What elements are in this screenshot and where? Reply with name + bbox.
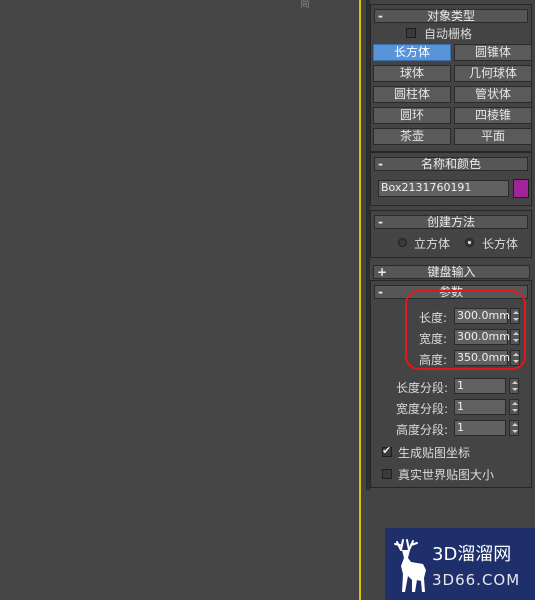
cube-radio[interactable]	[398, 238, 407, 247]
watermark-url: 3D66.COM	[432, 571, 521, 589]
height-segs-spinner[interactable]	[509, 420, 519, 436]
name-color-rollout: - 名称和颜色	[370, 152, 532, 206]
collapse-toggle[interactable]: -	[378, 216, 383, 228]
cube-radio-label: 立方体	[414, 237, 451, 251]
rollout-title: 名称和颜色	[420, 157, 481, 171]
collapse-toggle[interactable]: -	[378, 10, 383, 22]
gen-map-coords-label: 生成贴图坐标	[398, 446, 471, 460]
object-name-field[interactable]: Box2131760191	[378, 180, 509, 197]
geosphere-button[interactable]: 几何球体	[454, 65, 532, 82]
real-world-map-label: 真实世界贴图大小	[398, 468, 495, 482]
real-world-map-checkbox[interactable]	[382, 469, 392, 479]
deer-icon	[394, 539, 426, 592]
auto-grid-checkbox[interactable]	[406, 28, 416, 38]
width-segs-spinner[interactable]	[509, 399, 519, 415]
teapot-button[interactable]: 茶壶	[373, 128, 451, 145]
width-segs-label: 宽度分段:	[396, 402, 449, 416]
cylinder-button[interactable]: 圆柱体	[373, 86, 451, 103]
watermark-title: 3D溜溜网	[432, 544, 512, 565]
length-segs-spinner[interactable]	[509, 378, 519, 394]
creation-method-header[interactable]: - 创建方法	[374, 215, 528, 229]
rollout-title: 对象类型	[426, 9, 475, 23]
object-color-swatch[interactable]	[513, 179, 529, 198]
object-type-header[interactable]: - 对象类型	[374, 9, 528, 23]
tube-button[interactable]: 管状体	[454, 86, 532, 103]
viewport[interactable]: 简	[0, 0, 359, 600]
keyboard-entry-header[interactable]: + 键盘输入	[373, 265, 530, 279]
torus-button[interactable]: 圆环	[373, 107, 451, 124]
height-segs-field[interactable]: 1	[454, 420, 506, 436]
width-segs-field[interactable]: 1	[454, 399, 506, 415]
sphere-button[interactable]: 球体	[373, 65, 451, 82]
gen-map-coords-checkbox[interactable]	[382, 444, 392, 457]
watermark-logo: 3D溜溜网 3D66.COM	[385, 528, 535, 600]
pyramid-button[interactable]: 四棱锥	[454, 107, 532, 124]
height-segs-label: 高度分段:	[396, 423, 449, 437]
rollout-title: 键盘输入	[427, 265, 476, 279]
collapse-toggle[interactable]: -	[378, 286, 383, 298]
viewport-label: 简	[300, 0, 310, 10]
length-segs-label: 长度分段:	[396, 381, 449, 395]
plane-button[interactable]: 平面	[454, 128, 532, 145]
dimensions-highlight-ring	[405, 290, 526, 370]
box-button[interactable]: 长方体	[373, 44, 451, 61]
expand-toggle[interactable]: +	[377, 266, 387, 278]
name-color-header[interactable]: - 名称和颜色	[374, 157, 528, 171]
cone-button[interactable]: 圆锥体	[454, 44, 532, 61]
rollout-title: 创建方法	[426, 215, 475, 229]
auto-grid-label: 自动栅格	[424, 27, 473, 41]
box-radio-label: 长方体	[482, 237, 519, 251]
length-segs-field[interactable]: 1	[454, 378, 506, 394]
box-radio[interactable]	[465, 238, 474, 247]
collapse-toggle[interactable]: -	[378, 158, 383, 170]
